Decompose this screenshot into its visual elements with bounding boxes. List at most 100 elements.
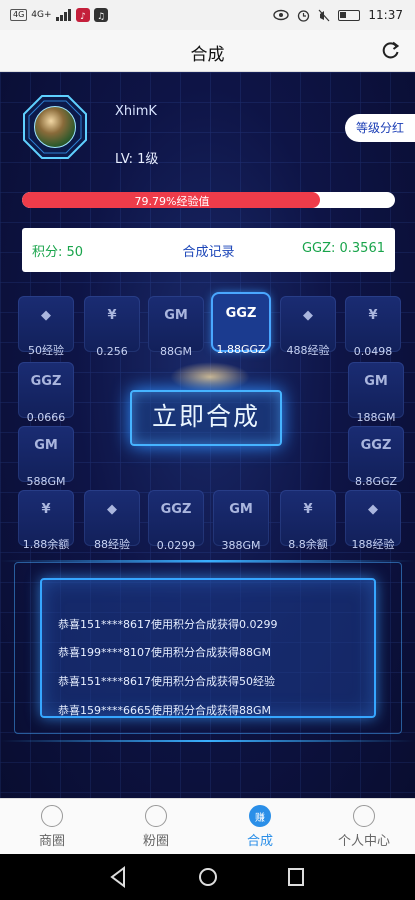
prize-tile-label: 0.0299 — [156, 539, 196, 552]
app-notification-icon-2: ♫ — [93, 8, 108, 22]
money-bag-icon: ¥ — [368, 307, 378, 323]
money-bag-icon: ¥ — [41, 501, 51, 517]
prize-tile-label: 0.256 — [96, 345, 128, 358]
prize-tile-label: 588GM — [26, 475, 66, 488]
ggz-icon: GGZ — [160, 501, 192, 517]
back-icon[interactable] — [108, 866, 128, 888]
log-line: 恭喜151****8617使用积分合成获得50经验 — [58, 675, 275, 688]
prize-tile-label: 388GM — [221, 539, 261, 552]
diamond-icon: ◆ — [368, 501, 378, 517]
prize-tile[interactable]: GGZ 8.8GGZ — [348, 426, 404, 488]
recents-icon[interactable] — [286, 866, 306, 888]
prize-tile-label: 1.88GGZ — [216, 343, 266, 356]
log-scan-line-bottom — [0, 740, 415, 742]
exp-progress-text: 79.79%经验值 — [134, 195, 210, 208]
status-time: 11:37 — [368, 8, 403, 22]
bottom-nav: 商圈 粉圈 赚 合成 个人中心 — [0, 798, 415, 854]
app-notification-icon: ♪ — [75, 8, 90, 22]
combine-badge: 赚 — [255, 813, 265, 824]
diamond-icon: ◆ — [303, 307, 313, 323]
info-bar: 积分: 50 合成记录 GGZ: 0.3561 — [22, 228, 395, 272]
network-badge: 4G — [10, 9, 28, 21]
prize-tile[interactable]: ◆ 488经验 — [280, 296, 336, 357]
level-dividend-button[interactable]: 等级分红 — [345, 114, 415, 142]
diamond-icon: ◆ — [107, 501, 117, 517]
money-bag-icon: ¥ — [107, 307, 117, 323]
log-scan-line — [0, 560, 415, 562]
nav-label: 个人中心 — [337, 834, 390, 849]
eye-icon — [273, 9, 290, 21]
shop-icon — [41, 805, 63, 827]
level-text: LV: 1级 — [115, 152, 159, 167]
diamond-icon: ◆ — [41, 307, 51, 323]
prize-tile[interactable]: GM 388GM — [213, 490, 269, 552]
prize-tile[interactable]: ◆ 188经验 — [345, 490, 401, 551]
status-bar: 4G 4G+ ♪ ♫ 11:37 — [0, 0, 415, 30]
prize-tile-label: 88经验 — [94, 538, 130, 551]
prize-tile[interactable]: GGZ 0.0666 — [18, 362, 74, 424]
prize-tile-label: 0.0498 — [353, 345, 393, 358]
svg-text:♫: ♫ — [97, 12, 105, 22]
gm-icon: GM — [164, 307, 188, 323]
prize-tile[interactable]: GM 188GM — [348, 362, 404, 424]
nav-label: 合成 — [246, 834, 273, 849]
ggz-icon: GGZ — [30, 373, 62, 389]
nav-item-fans[interactable]: 粉圈 — [104, 803, 208, 853]
prize-tile[interactable]: ¥8.8余额 — [280, 490, 336, 551]
main-content: XhimK LV: 1级 等级分红 79.79%经验值 积分: 50 合成记录 … — [0, 72, 415, 798]
log-line: 恭喜159****6665使用积分合成获得88GM — [58, 704, 272, 717]
ggz-icon: GGZ — [360, 437, 392, 453]
username: XhimK — [115, 104, 157, 119]
nav-item-profile[interactable]: 个人中心 — [312, 803, 415, 853]
nav-item-shop[interactable]: 商圈 — [0, 803, 104, 853]
prize-tile[interactable]: GM 588GM — [18, 426, 74, 488]
prize-tile-label: 8.8GGZ — [354, 475, 398, 488]
nav-item-combine[interactable]: 赚 合成 — [208, 803, 312, 853]
title-bar: 合成 — [0, 30, 415, 72]
battery-icon — [338, 9, 361, 21]
combine-now-button[interactable]: 立即合成 — [130, 390, 282, 446]
prize-tile-label: 88GM — [159, 345, 192, 358]
alarm-icon — [298, 9, 310, 22]
prize-tile-label: 188经验 — [351, 538, 395, 551]
money-bag-icon: ¥ — [303, 501, 313, 517]
prize-tile[interactable]: ◆ 50经验 — [18, 296, 74, 357]
prize-tile-label: 488经验 — [286, 344, 330, 357]
prize-tile-label: 188GM — [356, 411, 396, 424]
log-line: 恭喜199****8107使用积分合成获得88GM — [58, 646, 272, 659]
refresh-icon[interactable] — [381, 40, 401, 60]
log-line: 恭喜151****8617使用积分合成获得0.0299 — [58, 618, 278, 631]
prize-tile-label: 50经验 — [28, 344, 64, 357]
avatar — [34, 106, 76, 148]
prize-tile-label: 1.88余额 — [22, 538, 70, 551]
nav-label: 商圈 — [38, 834, 65, 849]
prize-tile-label: 0.0666 — [26, 411, 66, 424]
exp-progress-bar: 79.79%经验值 — [22, 192, 395, 208]
fans-icon — [145, 805, 167, 827]
prize-tile[interactable]: ¥1.88余额 — [18, 490, 74, 551]
ggz-icon: GGZ — [225, 305, 257, 321]
prize-tile[interactable]: ◆ 88经验 — [84, 490, 140, 551]
home-icon[interactable] — [197, 866, 219, 888]
prize-tile[interactable]: GM 88GM — [148, 296, 204, 358]
combine-icon: 赚 — [249, 805, 271, 827]
user-icon — [353, 805, 375, 827]
mute-icon — [318, 9, 330, 21]
combine-glow — [170, 362, 250, 392]
nav-label: 粉圈 — [142, 834, 169, 849]
page-title: 合成 — [190, 45, 225, 65]
gm-icon: GM — [34, 437, 58, 453]
gm-icon: GM — [229, 501, 253, 517]
avatar-frame[interactable] — [22, 94, 88, 160]
prize-tile-label: 8.8余额 — [288, 538, 328, 551]
prize-tile[interactable]: ¥0.256 — [84, 296, 140, 358]
prize-tile[interactable]: GGZ 0.0299 — [148, 490, 204, 552]
prize-tile[interactable]: ¥0.0498 — [345, 296, 401, 358]
ggz-balance-text: GGZ: 0.3561 — [301, 241, 385, 256]
svg-text:♪: ♪ — [80, 12, 86, 22]
signal-text: 4G+ — [31, 10, 52, 20]
prize-tile[interactable]: GGZ 1.88GGZ — [213, 294, 269, 356]
gm-icon: GM — [364, 373, 388, 389]
signal-icon — [55, 9, 71, 21]
system-nav-bar — [0, 854, 415, 900]
